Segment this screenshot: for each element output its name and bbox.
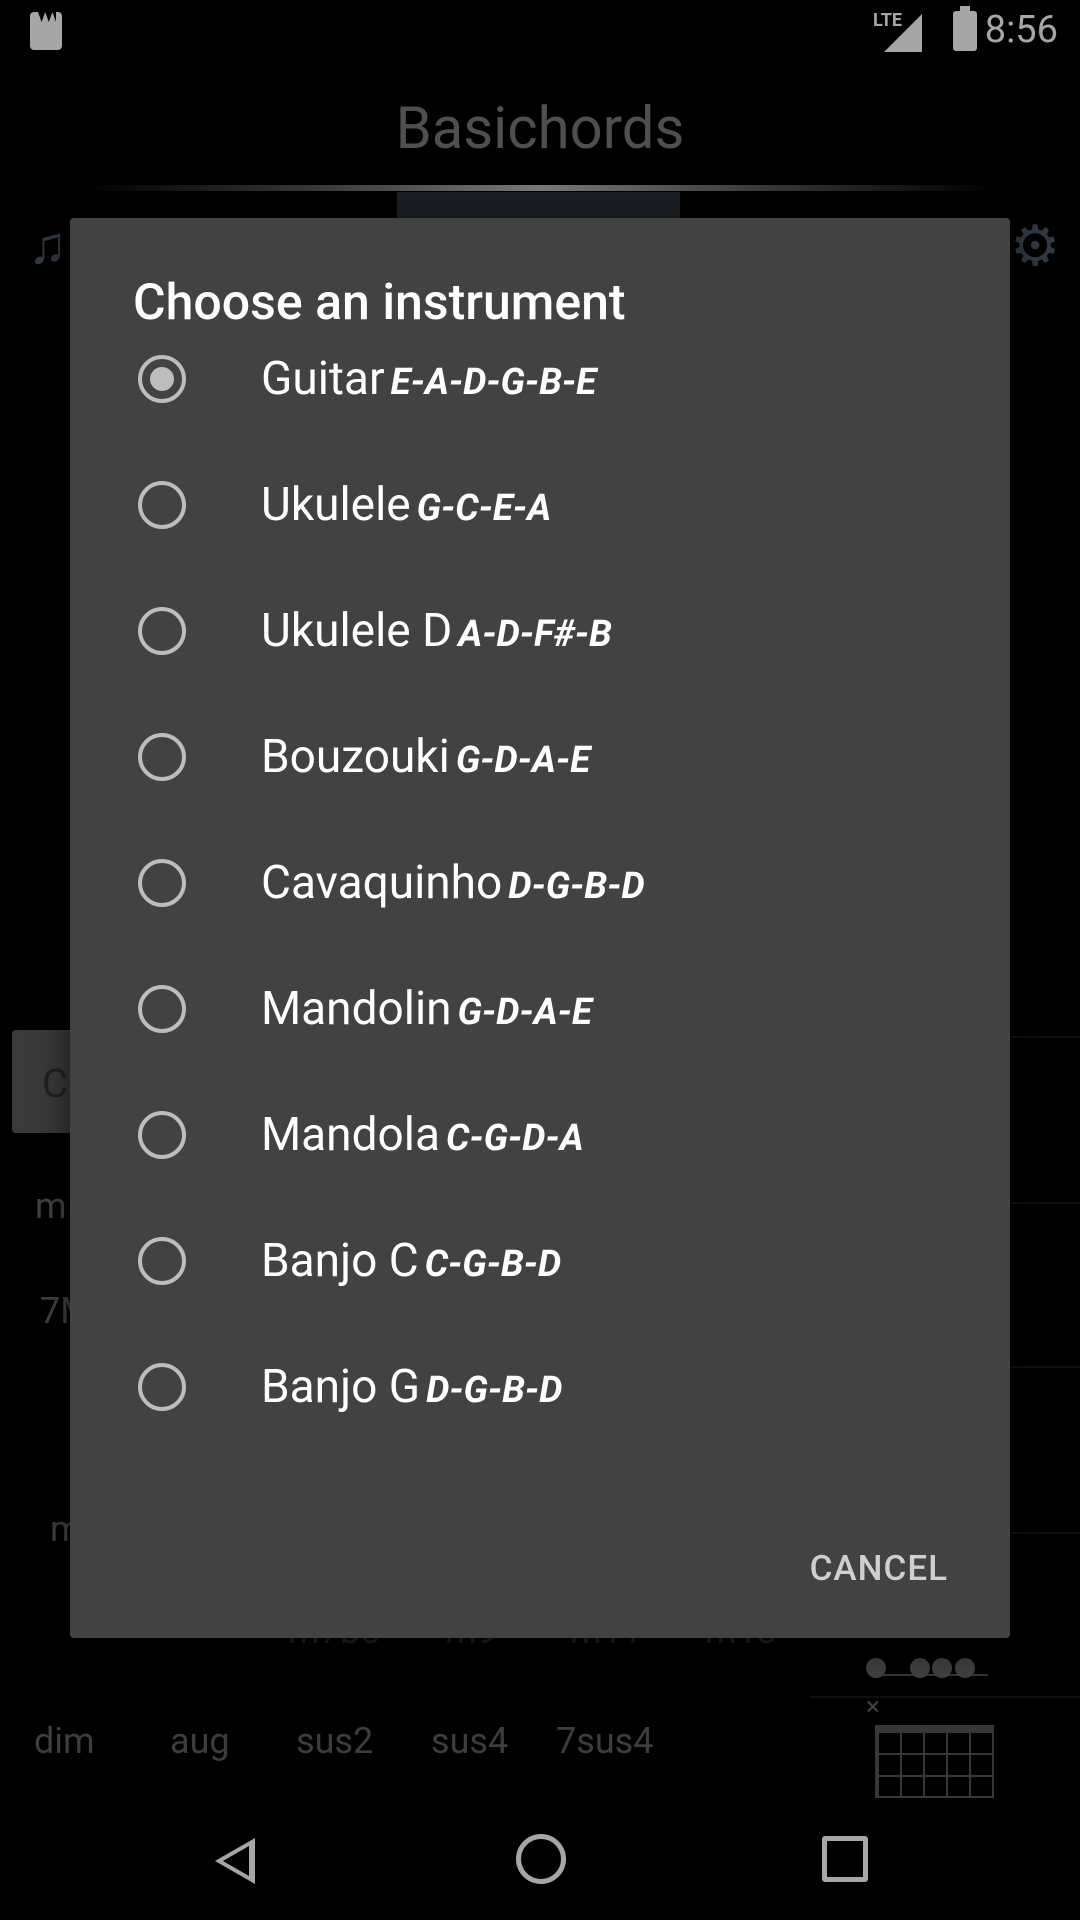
instrument-name: Guitar — [261, 352, 385, 406]
instrument-tuning: D-G-B-D — [508, 865, 645, 908]
instrument-label: Bouzouki G-D-A-E — [261, 730, 590, 784]
instrument-label: Guitar E-A-D-G-B-E — [261, 352, 596, 406]
radio-button[interactable] — [138, 1111, 186, 1159]
instrument-option[interactable]: Guitar E-A-D-G-B-E — [70, 318, 1010, 444]
instrument-name: Cavaquinho — [261, 856, 503, 910]
instrument-label: Ukulele D A-D-F#-B — [261, 604, 612, 658]
instrument-tuning: G-D-A-E — [457, 991, 593, 1034]
instrument-label: Mandolin G-D-A-E — [261, 982, 592, 1036]
radio-button[interactable] — [138, 1363, 186, 1411]
instrument-name: Bouzouki — [261, 730, 450, 784]
instrument-option[interactable]: Mandola C-G-D-A — [70, 1074, 1010, 1200]
instrument-option[interactable]: Mandolin G-D-A-E — [70, 948, 1010, 1074]
instrument-label: Cavaquinho D-G-B-D — [261, 856, 645, 910]
instrument-option[interactable]: Ukulele G-C-E-A — [70, 444, 1010, 570]
instrument-tuning: E-A-D-G-B-E — [390, 361, 597, 404]
instrument-tuning: C-G-D-A — [445, 1117, 584, 1160]
instrument-option[interactable]: Banjo C C-G-B-D — [70, 1200, 1010, 1326]
instrument-tuning: A-D-F#-B — [458, 613, 612, 656]
instrument-option[interactable]: Cavaquinho D-G-B-D — [70, 822, 1010, 948]
instrument-label: Mandola C-G-D-A — [261, 1108, 584, 1162]
radio-button[interactable] — [138, 985, 186, 1033]
radio-button[interactable] — [138, 1237, 186, 1285]
instrument-tuning: C-G-B-D — [424, 1243, 562, 1286]
instrument-name: Mandola — [261, 1108, 440, 1162]
instrument-tuning: G-C-E-A — [416, 487, 552, 530]
instrument-tuning: D-G-B-D — [426, 1369, 563, 1412]
instrument-label: Banjo C C-G-B-D — [261, 1234, 561, 1288]
instrument-option[interactable]: Banjo G D-G-B-D — [70, 1326, 1010, 1452]
radio-button[interactable] — [138, 859, 186, 907]
instrument-name: Banjo G — [261, 1360, 421, 1414]
instrument-option[interactable]: Ukulele D A-D-F#-B — [70, 570, 1010, 696]
cancel-button[interactable]: CANCEL — [798, 1536, 960, 1601]
instrument-tuning: G-D-A-E — [455, 739, 591, 782]
instrument-name: Banjo C — [261, 1234, 419, 1288]
instrument-option[interactable]: Bouzouki G-D-A-E — [70, 696, 1010, 822]
instrument-dialog: Choose an instrument Guitar E-A-D-G-B-E Uk… — [70, 218, 1010, 1638]
instrument-name: Mandolin — [261, 982, 452, 1036]
radio-button[interactable] — [138, 355, 186, 403]
instrument-label: Ukulele G-C-E-A — [261, 478, 551, 532]
radio-button[interactable] — [138, 481, 186, 529]
instrument-name: Ukulele — [261, 478, 411, 532]
instrument-name: Ukulele D — [261, 604, 453, 658]
radio-button[interactable] — [138, 733, 186, 781]
instrument-label: Banjo G D-G-B-D — [261, 1360, 562, 1414]
radio-button[interactable] — [138, 607, 186, 655]
